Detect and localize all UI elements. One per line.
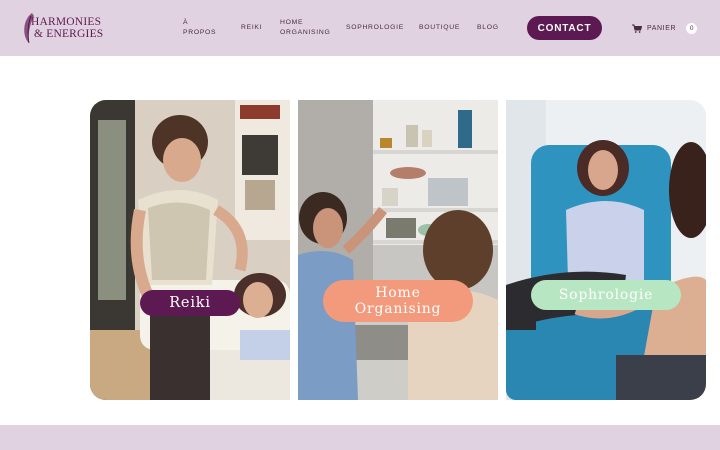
nav-reiki[interactable]: REIKI (241, 23, 262, 33)
service-card-reiki[interactable]: Reiki (90, 100, 290, 400)
sophrologie-label-pill[interactable]: Sophrologie (531, 280, 681, 310)
nav-blog[interactable]: BLOG (477, 23, 499, 33)
service-card-home-organising[interactable]: Home Organising (298, 100, 498, 400)
brand-name-line1: HARMONIES (31, 16, 102, 28)
service-card-sophrologie[interactable]: Sophrologie (506, 100, 706, 400)
site-header: HARMONIES & ENERGIES À PROPOS REIKI HOME… (0, 0, 720, 56)
reiki-label-pill[interactable]: Reiki (140, 290, 240, 316)
reiki-photo (90, 100, 290, 400)
sophrologie-photo (506, 100, 706, 400)
sophrologie-label: Sophrologie (558, 287, 654, 303)
nav-home-organising[interactable]: HOME ORGANISING (280, 18, 340, 38)
brand-name-line2: & ENERGIES (34, 28, 104, 40)
reiki-label: Reiki (169, 295, 211, 311)
cart-link[interactable]: PANIER 0 (632, 21, 698, 35)
home-organising-label: Home Organising (354, 285, 442, 317)
contact-button[interactable]: CONTACT (527, 16, 602, 40)
footer-band (0, 425, 720, 450)
cart-icon (632, 23, 642, 33)
nav-sophrologie[interactable]: SOPHROLOGIE (346, 23, 404, 33)
brand-logo[interactable]: HARMONIES & ENERGIES (22, 12, 104, 44)
home-organising-label-pill[interactable]: Home Organising (323, 280, 473, 322)
cart-count-badge: 0 (686, 22, 698, 34)
nav-apropos[interactable]: À PROPOS (183, 18, 217, 38)
cart-label: PANIER (647, 24, 677, 32)
home-organising-photo (298, 100, 498, 400)
nav-boutique[interactable]: BOUTIQUE (419, 23, 460, 33)
services-gallery: Reiki Home Organising Sophrologie (90, 100, 706, 400)
